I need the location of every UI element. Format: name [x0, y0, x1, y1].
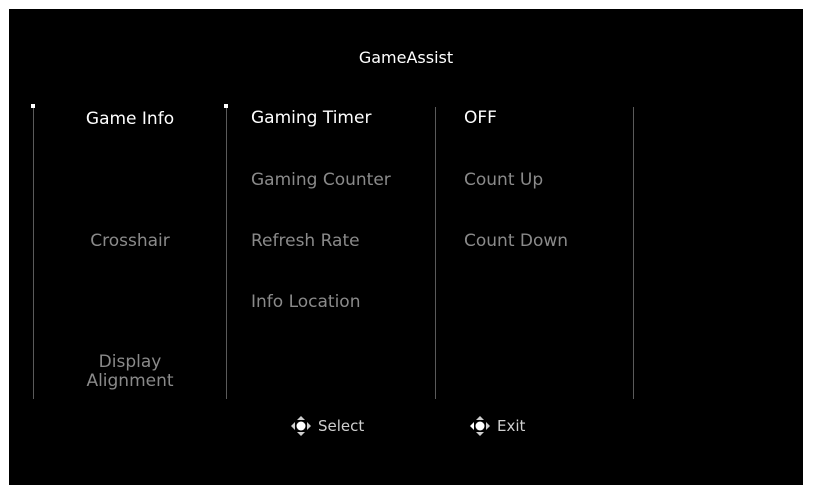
- menu-item-refresh-rate[interactable]: Refresh Rate: [251, 231, 360, 251]
- select-label: Select: [318, 417, 365, 435]
- column-divider: [226, 107, 227, 399]
- dpad-icon: [291, 416, 311, 436]
- option-off[interactable]: OFF: [464, 108, 497, 128]
- osd-panel: GameAssist Game Info Crosshair Display A…: [9, 9, 803, 485]
- select-button[interactable]: Select: [290, 415, 364, 437]
- menu-item-display-alignment[interactable]: Display Alignment: [34, 353, 226, 391]
- menu-title: GameAssist: [358, 48, 454, 67]
- menu-item-gaming-counter[interactable]: Gaming Counter: [251, 170, 391, 190]
- dpad-icon: [470, 416, 490, 436]
- option-count-down[interactable]: Count Down: [464, 231, 568, 251]
- exit-label: Exit: [497, 417, 526, 435]
- exit-button[interactable]: Exit: [469, 415, 525, 437]
- menu-item-info-location[interactable]: Info Location: [251, 292, 360, 312]
- selection-marker: [224, 104, 228, 108]
- menu-item-gaming-timer[interactable]: Gaming Timer: [251, 108, 371, 128]
- selection-marker: [31, 104, 35, 108]
- column-divider: [633, 107, 634, 399]
- menu-item-crosshair[interactable]: Crosshair: [34, 232, 226, 251]
- menu-item-game-info[interactable]: Game Info: [34, 110, 226, 129]
- column-divider: [435, 107, 436, 399]
- option-count-up[interactable]: Count Up: [464, 170, 543, 190]
